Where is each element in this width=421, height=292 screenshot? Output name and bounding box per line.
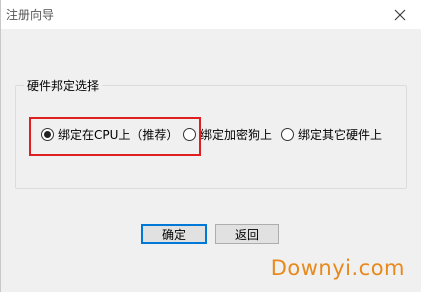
radio-label-other: 绑定其它硬件上 <box>298 127 383 142</box>
close-button[interactable] <box>378 0 421 29</box>
register-wizard-dialog: 注册向导 硬件邦定选择 绑定在CPU上（推荐） 绑定加密狗上 绑定其它硬件上 确… <box>0 0 421 292</box>
radio-label-dongle: 绑定加密狗上 <box>200 127 273 142</box>
ok-button[interactable]: 确定 <box>141 224 207 244</box>
group-legend: 硬件邦定选择 <box>24 77 103 94</box>
title-bar: 注册向导 <box>1 0 421 29</box>
back-button[interactable]: 返回 <box>215 224 279 244</box>
highlight-box <box>29 117 201 156</box>
close-icon <box>394 9 406 20</box>
radio-bind-other[interactable]: 绑定其它硬件上 <box>281 124 382 144</box>
watermark: Downyi.com <box>270 256 405 280</box>
window-title: 注册向导 <box>6 8 55 22</box>
radio-unselected-icon[interactable] <box>281 127 294 141</box>
